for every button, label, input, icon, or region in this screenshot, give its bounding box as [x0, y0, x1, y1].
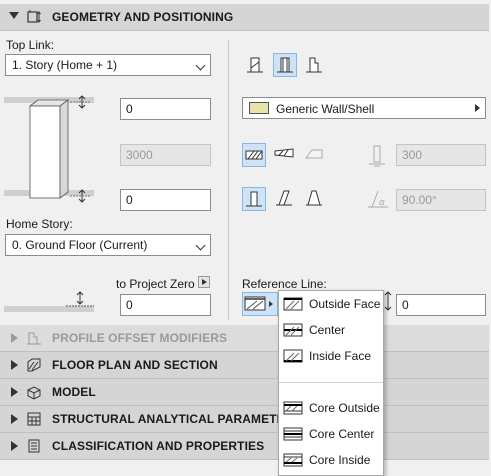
menu-item-center[interactable]: Center [279, 318, 383, 342]
reference-offset-field[interactable]: 0 [396, 294, 486, 316]
structural-icon [27, 412, 41, 426]
menu-item-outside-face[interactable]: Outside Face [279, 292, 383, 316]
menu-separator [279, 382, 383, 383]
straight-wall-icon [245, 150, 263, 160]
geometry-icon [27, 10, 41, 23]
home-story-label: Home Story: [6, 217, 73, 231]
center-icon [283, 323, 303, 337]
floor-plan-icon [27, 358, 41, 372]
wall-structure-composite-button[interactable] [273, 53, 297, 77]
top-link-value: 1. Story (Home + 1) [12, 58, 118, 72]
document-list-icon [28, 439, 40, 453]
chevron-down-icon [195, 240, 206, 251]
vertical-wall-icon [246, 191, 262, 207]
expand-arrow-icon[interactable] [11, 414, 18, 424]
structural-section-header[interactable]: STRUCTURAL ANALYTICAL PARAMETERS [0, 406, 489, 433]
bottom-offset-field[interactable]: 0 [120, 189, 211, 211]
trapezoid-wall-icon [274, 148, 294, 158]
expand-arrow-icon[interactable] [11, 387, 18, 397]
top-offset-field[interactable]: 0 [120, 98, 211, 120]
reference-line-menu: Outside Face Center Inside Face Core Out… [278, 290, 384, 476]
section-title: FLOOR PLAN AND SECTION [52, 358, 218, 372]
thickness-icon [369, 145, 385, 167]
profile-offset-section-header: PROFILE OFFSET MODIFIERS [0, 325, 489, 352]
slanted-wall-icon [276, 190, 292, 206]
double-slanted-wall-icon [306, 190, 322, 206]
menu-item-label: Inside Face [309, 349, 372, 363]
column-divider [228, 40, 229, 320]
expand-arrow-icon[interactable] [11, 360, 18, 370]
section-title: MODEL [52, 385, 96, 399]
expand-arrow-icon[interactable] [11, 441, 18, 451]
wall-straight-button[interactable] [242, 143, 266, 167]
core-inside-icon [283, 453, 303, 467]
chevron-right-icon [475, 104, 480, 112]
to-project-zero-label: to Project Zero [116, 277, 195, 291]
menu-item-label: Outside Face [309, 297, 381, 311]
reference-line-label: Reference Line: [242, 277, 327, 291]
reference-line-button[interactable] [242, 292, 278, 316]
menu-item-core-center[interactable]: Core Center [279, 422, 383, 446]
classification-section-header[interactable]: CLASSIFICATION AND PROPERTIES [0, 433, 489, 460]
chevron-down-icon [195, 60, 206, 71]
wall-slanted-button[interactable] [273, 187, 297, 211]
thickness-field: 300 [396, 144, 486, 166]
section-title: CLASSIFICATION AND PROPERTIES [52, 439, 265, 453]
project-zero-field[interactable]: 0 [120, 294, 211, 316]
profile-icon [27, 332, 41, 345]
top-link-select[interactable]: 1. Story (Home + 1) [5, 54, 211, 76]
menu-item-label: Core Center [309, 427, 375, 441]
outside-face-icon [283, 297, 303, 311]
geometry-section-header[interactable]: GEOMETRY AND POSITIONING [0, 4, 489, 31]
wall-profile-icon [306, 57, 322, 73]
play-arrow-icon [202, 279, 207, 285]
wall-composite-icon [277, 57, 293, 73]
wall-double-slanted-button[interactable] [303, 187, 327, 211]
slant-angle-field: 90.00° [396, 189, 486, 211]
polygonal-wall-icon [305, 149, 323, 159]
surface-material-select[interactable]: Generic Wall/Shell [242, 97, 486, 119]
project-zero-toggle-button[interactable] [198, 276, 210, 288]
menu-item-core-inside[interactable]: Core Inside [279, 448, 383, 472]
wall-polygonal-button[interactable] [303, 143, 327, 167]
floor-plan-section-header[interactable]: FLOOR PLAN AND SECTION [0, 352, 489, 379]
wall-elevation-diagram [4, 95, 94, 203]
model-cube-icon [27, 386, 41, 400]
project-zero-diagram [4, 291, 94, 312]
model-section-header[interactable]: MODEL [0, 379, 489, 406]
section-title: STRUCTURAL ANALYTICAL PARAMETERS [52, 412, 302, 426]
collapse-arrow-icon[interactable] [9, 12, 19, 19]
menu-item-inside-face[interactable]: Inside Face [279, 344, 383, 368]
reference-line-icon [244, 296, 273, 311]
wall-structure-profile-button[interactable] [303, 54, 327, 78]
home-story-value: 0. Ground Floor (Current) [12, 238, 148, 252]
wall-trapezoid-button[interactable] [273, 143, 297, 167]
menu-item-core-outside[interactable]: Core Outside [279, 396, 383, 420]
menu-item-label: Center [309, 323, 346, 337]
core-center-icon [283, 427, 303, 441]
top-link-label: Top Link: [6, 38, 55, 52]
height-field: 3000 [120, 144, 211, 166]
wall-structure-basic-button[interactable] [244, 54, 268, 78]
menu-item-label: Core Inside [309, 453, 371, 467]
section-title: PROFILE OFFSET MODIFIERS [52, 331, 228, 345]
wall-basic-icon [247, 57, 263, 73]
svg-text:α: α [379, 198, 385, 208]
surface-name: Generic Wall/Shell [276, 102, 375, 116]
core-outside-icon [283, 401, 303, 415]
surface-swatch [249, 102, 269, 114]
slant-angle-icon: α [368, 190, 388, 208]
section-title: GEOMETRY AND POSITIONING [52, 10, 234, 24]
wall-vertical-button[interactable] [242, 187, 266, 211]
inside-face-icon [283, 349, 303, 363]
home-story-select[interactable]: 0. Ground Floor (Current) [5, 234, 211, 256]
menu-item-label: Core Outside [309, 401, 380, 415]
expand-arrow-icon [11, 333, 18, 343]
